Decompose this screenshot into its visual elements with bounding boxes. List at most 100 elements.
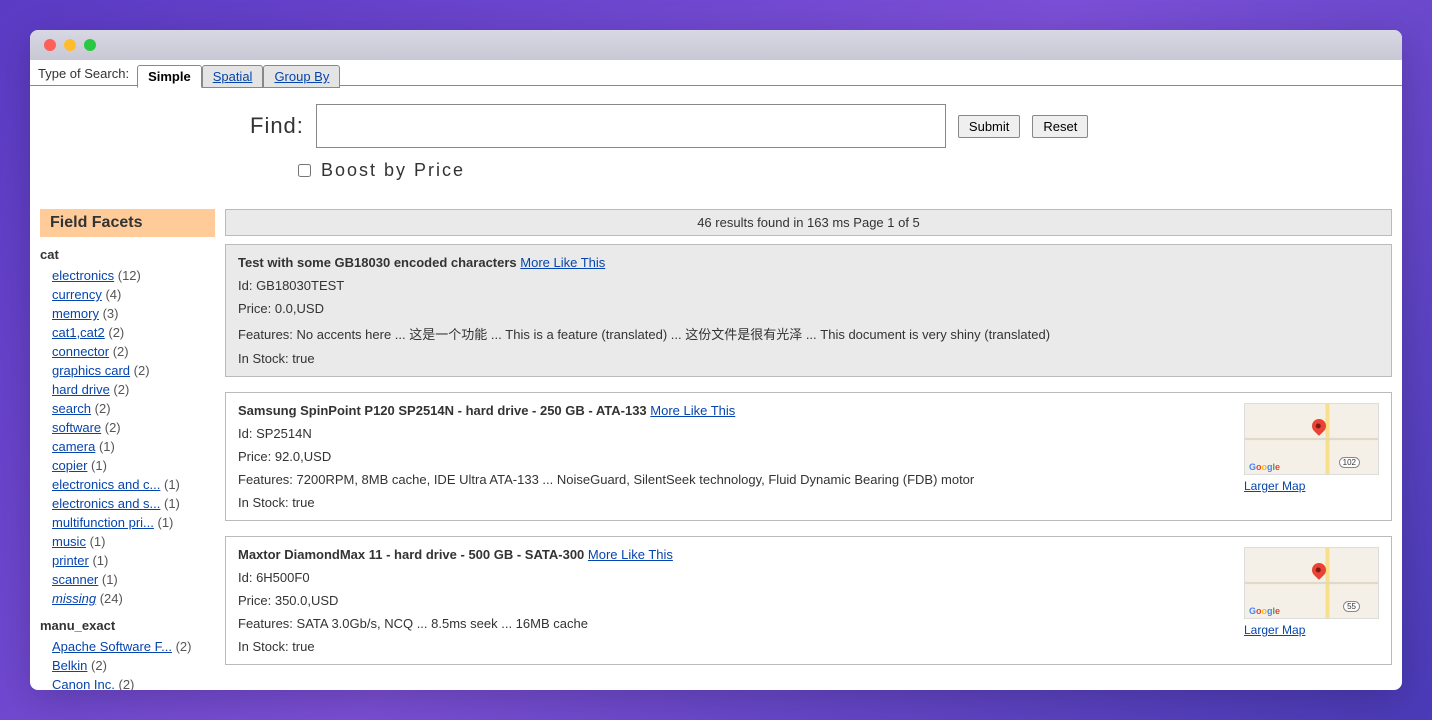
- facet-link[interactable]: electronics and c...: [52, 477, 160, 492]
- result-title: Samsung SpinPoint P120 SP2514N - hard dr…: [238, 403, 650, 418]
- result-title: Maxtor DiamondMax 11 - hard drive - 500 …: [238, 547, 588, 562]
- larger-map-link[interactable]: Larger Map: [1244, 623, 1379, 637]
- submit-button[interactable]: Submit: [958, 115, 1020, 138]
- more-like-this-link[interactable]: More Like This: [588, 547, 673, 562]
- facet-link[interactable]: Belkin: [52, 658, 87, 673]
- search-type-tabs: Type of Search: SimpleSpatialGroup By: [30, 60, 1402, 86]
- facet-link[interactable]: copier: [52, 458, 87, 473]
- more-like-this-link[interactable]: More Like This: [520, 255, 605, 270]
- facet-link[interactable]: memory: [52, 306, 99, 321]
- results-summary: 46 results found in 163 ms Page 1 of 5: [225, 209, 1392, 236]
- facet-link[interactable]: electronics: [52, 268, 114, 283]
- main-columns: Field Facets catelectronics (12)currency…: [30, 191, 1402, 690]
- facet-link[interactable]: Apache Software F...: [52, 639, 172, 654]
- larger-map-link[interactable]: Larger Map: [1244, 479, 1379, 493]
- facet-link[interactable]: scanner: [52, 572, 98, 587]
- facet-item: copier (1): [52, 456, 215, 475]
- facet-group-cat: cat: [40, 237, 215, 266]
- reset-button[interactable]: Reset: [1032, 115, 1088, 138]
- facet-count: (2): [87, 658, 107, 673]
- facet-item: electronics (12): [52, 266, 215, 285]
- result-features: Features: No accents here ... 这是一个功能 ...…: [238, 324, 1379, 343]
- map-route-badge: 55: [1343, 601, 1360, 612]
- facet-link[interactable]: printer: [52, 553, 89, 568]
- boost-row: Boost by Price: [30, 148, 1402, 181]
- result-item: Test with some GB18030 encoded character…: [225, 244, 1392, 377]
- result-title-row: Samsung SpinPoint P120 SP2514N - hard dr…: [238, 403, 1234, 418]
- facet-item: graphics card (2): [52, 361, 215, 380]
- facet-link[interactable]: search: [52, 401, 91, 416]
- find-row: Find: Submit Reset: [30, 104, 1402, 148]
- close-icon[interactable]: [44, 39, 56, 51]
- facet-item: connector (2): [52, 342, 215, 361]
- result-title-row: Test with some GB18030 encoded character…: [238, 255, 1379, 270]
- result-price: Price: 92.0,USD: [238, 449, 1234, 464]
- result-id: Id: GB18030TEST: [238, 278, 1379, 293]
- result-id: Id: 6H500F0: [238, 570, 1234, 585]
- facet-link[interactable]: cat1,cat2: [52, 325, 105, 340]
- facet-item: missing (24): [52, 589, 215, 608]
- map-thumbnail[interactable]: Google102: [1244, 403, 1379, 475]
- more-like-this-link[interactable]: More Like This: [650, 403, 735, 418]
- facet-item: music (1): [52, 532, 215, 551]
- maximize-icon[interactable]: [84, 39, 96, 51]
- search-area: Find: Submit Reset Boost by Price: [30, 86, 1402, 191]
- facet-count: (1): [160, 496, 180, 511]
- facet-count: (2): [172, 639, 192, 654]
- facet-count: (1): [160, 477, 180, 492]
- boost-checkbox[interactable]: [298, 164, 311, 177]
- facet-count: (1): [86, 534, 106, 549]
- facet-count: (2): [110, 382, 130, 397]
- browser-window: Type of Search: SimpleSpatialGroup By Fi…: [30, 30, 1402, 690]
- facet-count: (1): [95, 439, 115, 454]
- facets-sidebar: Field Facets catelectronics (12)currency…: [40, 209, 215, 690]
- facet-link[interactable]: missing: [52, 591, 96, 606]
- facet-item: printer (1): [52, 551, 215, 570]
- minimize-icon[interactable]: [64, 39, 76, 51]
- window-titlebar: [30, 30, 1402, 60]
- facet-link[interactable]: music: [52, 534, 86, 549]
- facet-list: electronics (12)currency (4)memory (3)ca…: [40, 266, 215, 608]
- tab-spatial[interactable]: Spatial: [202, 65, 264, 88]
- map-route-badge: 102: [1339, 457, 1360, 468]
- facet-link[interactable]: software: [52, 420, 101, 435]
- facet-link[interactable]: Canon Inc.: [52, 677, 115, 690]
- facet-link[interactable]: hard drive: [52, 382, 110, 397]
- result-title-row: Maxtor DiamondMax 11 - hard drive - 500 …: [238, 547, 1234, 562]
- tabs-label: Type of Search:: [38, 66, 129, 85]
- result-body: Test with some GB18030 encoded character…: [238, 255, 1379, 366]
- facet-item: cat1,cat2 (2): [52, 323, 215, 342]
- facet-link[interactable]: graphics card: [52, 363, 130, 378]
- tab-group-by[interactable]: Group By: [263, 65, 340, 88]
- facet-item: memory (3): [52, 304, 215, 323]
- search-input[interactable]: [316, 104, 946, 148]
- result-features: Features: SATA 3.0Gb/s, NCQ ... 8.5ms se…: [238, 616, 1234, 631]
- facet-link[interactable]: electronics and s...: [52, 496, 160, 511]
- facet-count: (2): [109, 344, 129, 359]
- facet-link[interactable]: camera: [52, 439, 95, 454]
- facet-count: (24): [96, 591, 123, 606]
- facet-item: Belkin (2): [52, 656, 215, 675]
- facet-count: (12): [114, 268, 141, 283]
- facet-group-manu_exact: manu_exact: [40, 608, 215, 637]
- result-price: Price: 0.0,USD: [238, 301, 1379, 316]
- facet-item: Canon Inc. (2): [52, 675, 215, 690]
- result-body: Samsung SpinPoint P120 SP2514N - hard dr…: [238, 403, 1234, 510]
- facet-link[interactable]: connector: [52, 344, 109, 359]
- facet-count: (2): [105, 325, 125, 340]
- result-features: Features: 7200RPM, 8MB cache, IDE Ultra …: [238, 472, 1234, 487]
- facet-count: (1): [87, 458, 107, 473]
- result-stock: In Stock: true: [238, 639, 1234, 654]
- facet-list: Apache Software F... (2)Belkin (2)Canon …: [40, 637, 215, 690]
- results-column: 46 results found in 163 ms Page 1 of 5 T…: [225, 209, 1392, 690]
- facet-count: (1): [89, 553, 109, 568]
- map-thumbnail[interactable]: Google55: [1244, 547, 1379, 619]
- facet-item: Apache Software F... (2): [52, 637, 215, 656]
- facet-item: search (2): [52, 399, 215, 418]
- facet-link[interactable]: currency: [52, 287, 102, 302]
- facet-count: (2): [130, 363, 150, 378]
- facet-count: (2): [115, 677, 135, 690]
- facet-link[interactable]: multifunction pri...: [52, 515, 154, 530]
- boost-label: Boost by Price: [321, 160, 465, 181]
- tab-simple[interactable]: Simple: [137, 65, 202, 88]
